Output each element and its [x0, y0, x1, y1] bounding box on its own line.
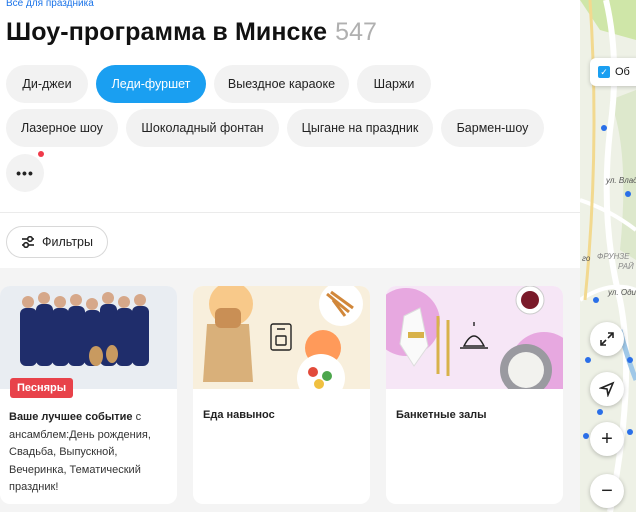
band-badge: Песняры [10, 378, 74, 398]
divider [0, 212, 580, 213]
chip-caricatures[interactable]: Шаржи [357, 65, 431, 103]
navigation-arrow-icon [599, 381, 615, 397]
map-locate-button[interactable] [590, 372, 624, 406]
band-photo [0, 286, 177, 389]
page-heading: Шоу-программа в Минске 547 [6, 18, 377, 47]
chip-lady-buffet[interactable]: Леди-фуршет [96, 65, 206, 103]
chip-barman-show[interactable]: Бармен-шоу [441, 109, 544, 147]
expand-icon [600, 332, 614, 346]
card-takeaway-food[interactable]: Еда навынос [193, 286, 370, 504]
filters-button[interactable]: Фильтры [6, 226, 108, 258]
map-fullscreen-button[interactable] [590, 322, 624, 356]
map-street-label: ул. Влад [606, 176, 636, 185]
card-banquet-halls[interactable]: Банкетные залы [386, 286, 563, 504]
map-show-checkbox[interactable]: ✓ Об [590, 58, 636, 86]
card-description: Ваше лучшее событие с ансамблем:День рож… [9, 411, 151, 493]
chip-gypsies[interactable]: Цыгане на праздник [287, 109, 433, 147]
chip-chocolate-fountain[interactable]: Шоколадный фонтан [126, 109, 279, 147]
breadcrumb-link[interactable]: Все для праздника [6, 0, 94, 9]
notification-dot [38, 151, 44, 157]
sliders-icon [22, 236, 34, 248]
card-title: Банкетные залы [396, 409, 487, 421]
main-panel: Все для праздника Шоу-программа в Минске… [0, 0, 580, 512]
map-street-label-3: ул. Одинц [608, 288, 636, 297]
chip-laser-show[interactable]: Лазерное шоу [6, 109, 118, 147]
map-district-label-2: РАЙ [618, 262, 634, 271]
map-zoom-out-button[interactable]: − [590, 474, 624, 508]
map-street-label-2: го [582, 254, 591, 263]
more-chips-button[interactable]: ••• [6, 154, 44, 192]
banquet-image [386, 286, 563, 389]
page-title: Шоу-программа в Минске [6, 18, 328, 46]
map-zoom-in-button[interactable]: + [590, 422, 624, 456]
map-district-label: ФРУНЗЕ [597, 252, 630, 261]
map-checkbox-label: Об [615, 66, 630, 78]
chip-karaoke[interactable]: Выездное караоке [214, 65, 349, 103]
results-count: 547 [335, 18, 377, 46]
card-title: Еда навынос [203, 409, 275, 421]
takeaway-image [193, 286, 370, 389]
filters-label: Фильтры [42, 235, 93, 249]
checkmark-icon: ✓ [598, 66, 610, 78]
chip-djs[interactable]: Ди-джеи [6, 65, 88, 103]
